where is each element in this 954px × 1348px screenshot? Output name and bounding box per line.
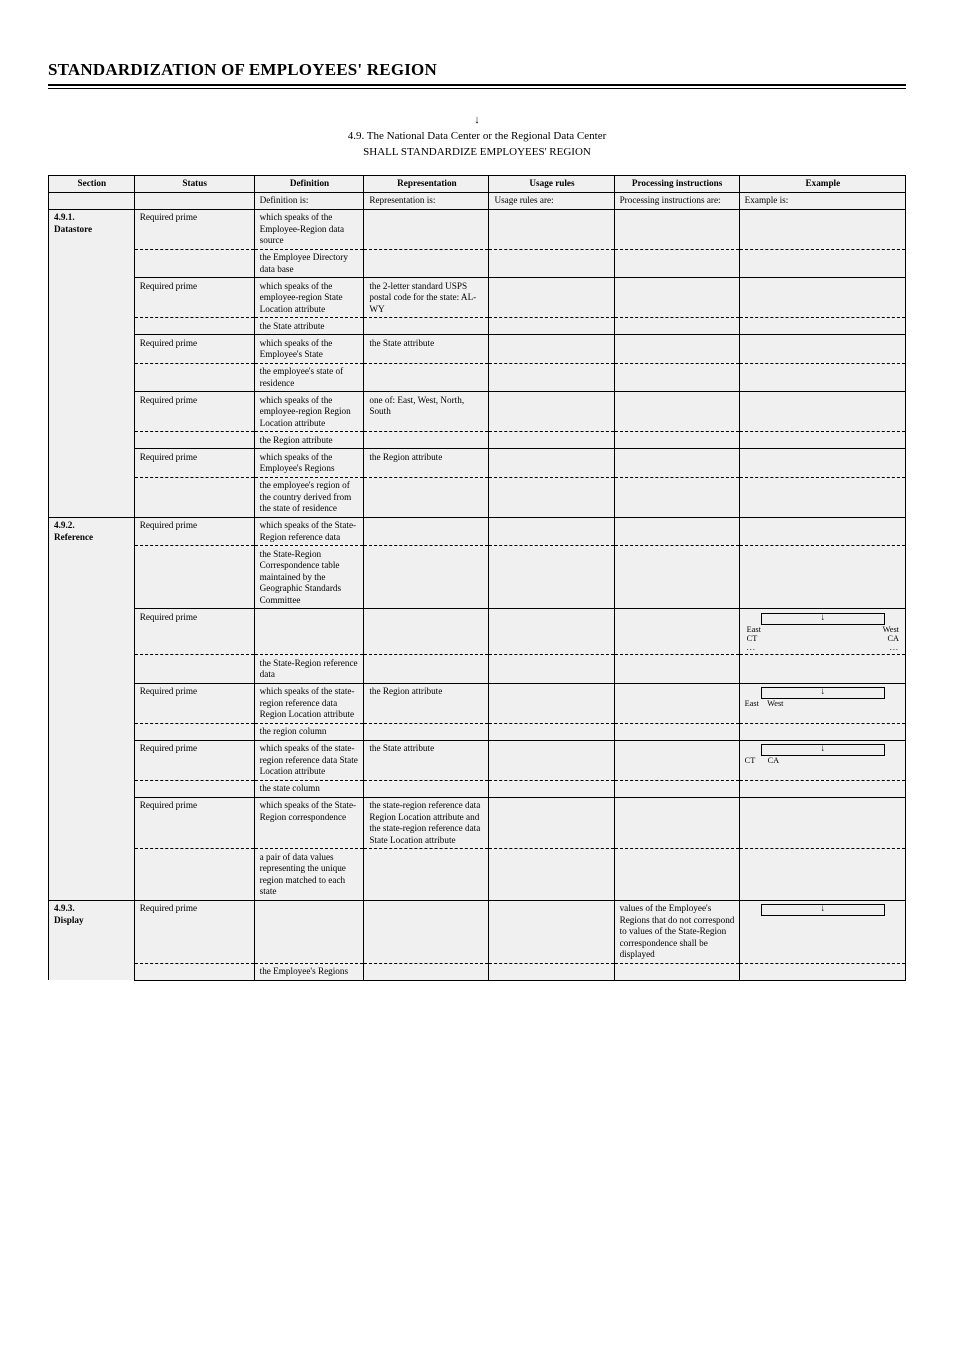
- col-sub-c3: Definition is:: [254, 192, 364, 209]
- def-cell: the Employee's Regions: [254, 963, 364, 980]
- def-cell: a pair of data values representing the u…: [254, 849, 364, 901]
- def-label-cell: which speaks of the Employee's State: [254, 335, 364, 364]
- def-cell: the State-Region reference data: [254, 655, 364, 684]
- def-label-cell: which speaks of the Employee-Region data…: [254, 209, 364, 249]
- def-cell: the employee's region of the country der…: [254, 477, 364, 517]
- example-cell: [739, 449, 905, 478]
- col-header-c5: Usage rules: [489, 175, 614, 192]
- section-cell: 4.9.1.Datastore: [49, 209, 135, 517]
- def-label-cell: which speaks of the State-Region referen…: [254, 517, 364, 546]
- def-label-cell: which speaks of the state-region referen…: [254, 740, 364, 780]
- def-label-cell: which speaks of the State-Region corresp…: [254, 797, 364, 849]
- example-cell: ↓East West: [739, 683, 905, 723]
- section-cell: 4.9.2.Reference: [49, 517, 135, 900]
- col-sub-c6: Processing instructions are:: [614, 192, 739, 209]
- col-header-c3: Definition: [254, 175, 364, 192]
- example-cell: [739, 209, 905, 249]
- status-cell: Required prime: [134, 278, 254, 318]
- page-title: STANDARDIZATION OF EMPLOYEES' REGION: [48, 60, 906, 80]
- table-title: ↓ 4.9. The National Data Center or the R…: [48, 111, 906, 161]
- status-cell: Required prime: [134, 900, 254, 963]
- example-row: CT CA: [745, 756, 901, 765]
- def-cell: the region column: [254, 723, 364, 740]
- def-label-cell: which speaks of the Employee's Regions: [254, 449, 364, 478]
- def-cell: the Employee Directory data base: [254, 249, 364, 278]
- col-header-c2: Status: [134, 175, 254, 192]
- def-cell: the State-Region Correspondence table ma…: [254, 546, 364, 609]
- example-cell: [739, 517, 905, 546]
- status-cell: Required prime: [134, 392, 254, 432]
- example-cell: ↓ EastWest CTCA ......: [739, 609, 905, 655]
- def-label-cell: [254, 900, 364, 963]
- table-title-line2: 4.9. The National Data Center or the Reg…: [48, 129, 906, 145]
- status-cell: Required prime: [134, 517, 254, 546]
- def-cell: the State attribute: [254, 318, 364, 335]
- status-cell: Required prime: [134, 209, 254, 249]
- example-row: East West: [745, 699, 901, 708]
- status-cell: Required prime: [134, 683, 254, 723]
- standards-table: SectionStatusDefinitionRepresentationUsa…: [48, 175, 906, 981]
- arrow-down-icon: ↓: [761, 904, 885, 916]
- def-label-cell: [254, 609, 364, 655]
- def-label-cell: which speaks of the employee-region Stat…: [254, 278, 364, 318]
- col-sub-c4: Representation is:: [364, 192, 489, 209]
- example-cell: [739, 392, 905, 432]
- def-label-cell: which speaks of the employee-region Regi…: [254, 392, 364, 432]
- example-cell: ↓CT CA: [739, 740, 905, 780]
- arrow-down-icon: ↓: [761, 687, 885, 699]
- arrow-down-icon: ↓: [474, 114, 480, 126]
- example-cell: ↓: [739, 900, 905, 963]
- col-header-c4: Representation: [364, 175, 489, 192]
- col-sub-c5: Usage rules are:: [489, 192, 614, 209]
- example-cell: [739, 278, 905, 318]
- example-cell: [739, 797, 905, 849]
- arrow-down-icon: ↓: [761, 613, 885, 625]
- divider-thin: [48, 88, 906, 89]
- col-header-c6: Processing instructions: [614, 175, 739, 192]
- example-cell: [739, 335, 905, 364]
- section-cell: 4.9.3.Display: [49, 900, 135, 980]
- status-cell: Required prime: [134, 797, 254, 849]
- status-cell: Required prime: [134, 740, 254, 780]
- def-cell: the state column: [254, 780, 364, 797]
- status-cell: Required prime: [134, 335, 254, 364]
- arrow-down-icon: ↓: [761, 744, 885, 756]
- col-sub-c7: Example is:: [739, 192, 905, 209]
- divider-thick: [48, 84, 906, 86]
- col-header-c1: Section: [49, 175, 135, 192]
- def-cell: the Region attribute: [254, 432, 364, 449]
- def-label-cell: which speaks of the state-region referen…: [254, 683, 364, 723]
- status-cell: Required prime: [134, 609, 254, 655]
- status-cell: Required prime: [134, 449, 254, 478]
- def-cell: the employee's state of residence: [254, 363, 364, 392]
- col-header-c7: Example: [739, 175, 905, 192]
- table-title-line3: SHALL STANDARDIZE EMPLOYEES' REGION: [48, 145, 906, 161]
- example-table: EastWest CTCA ......: [745, 625, 901, 652]
